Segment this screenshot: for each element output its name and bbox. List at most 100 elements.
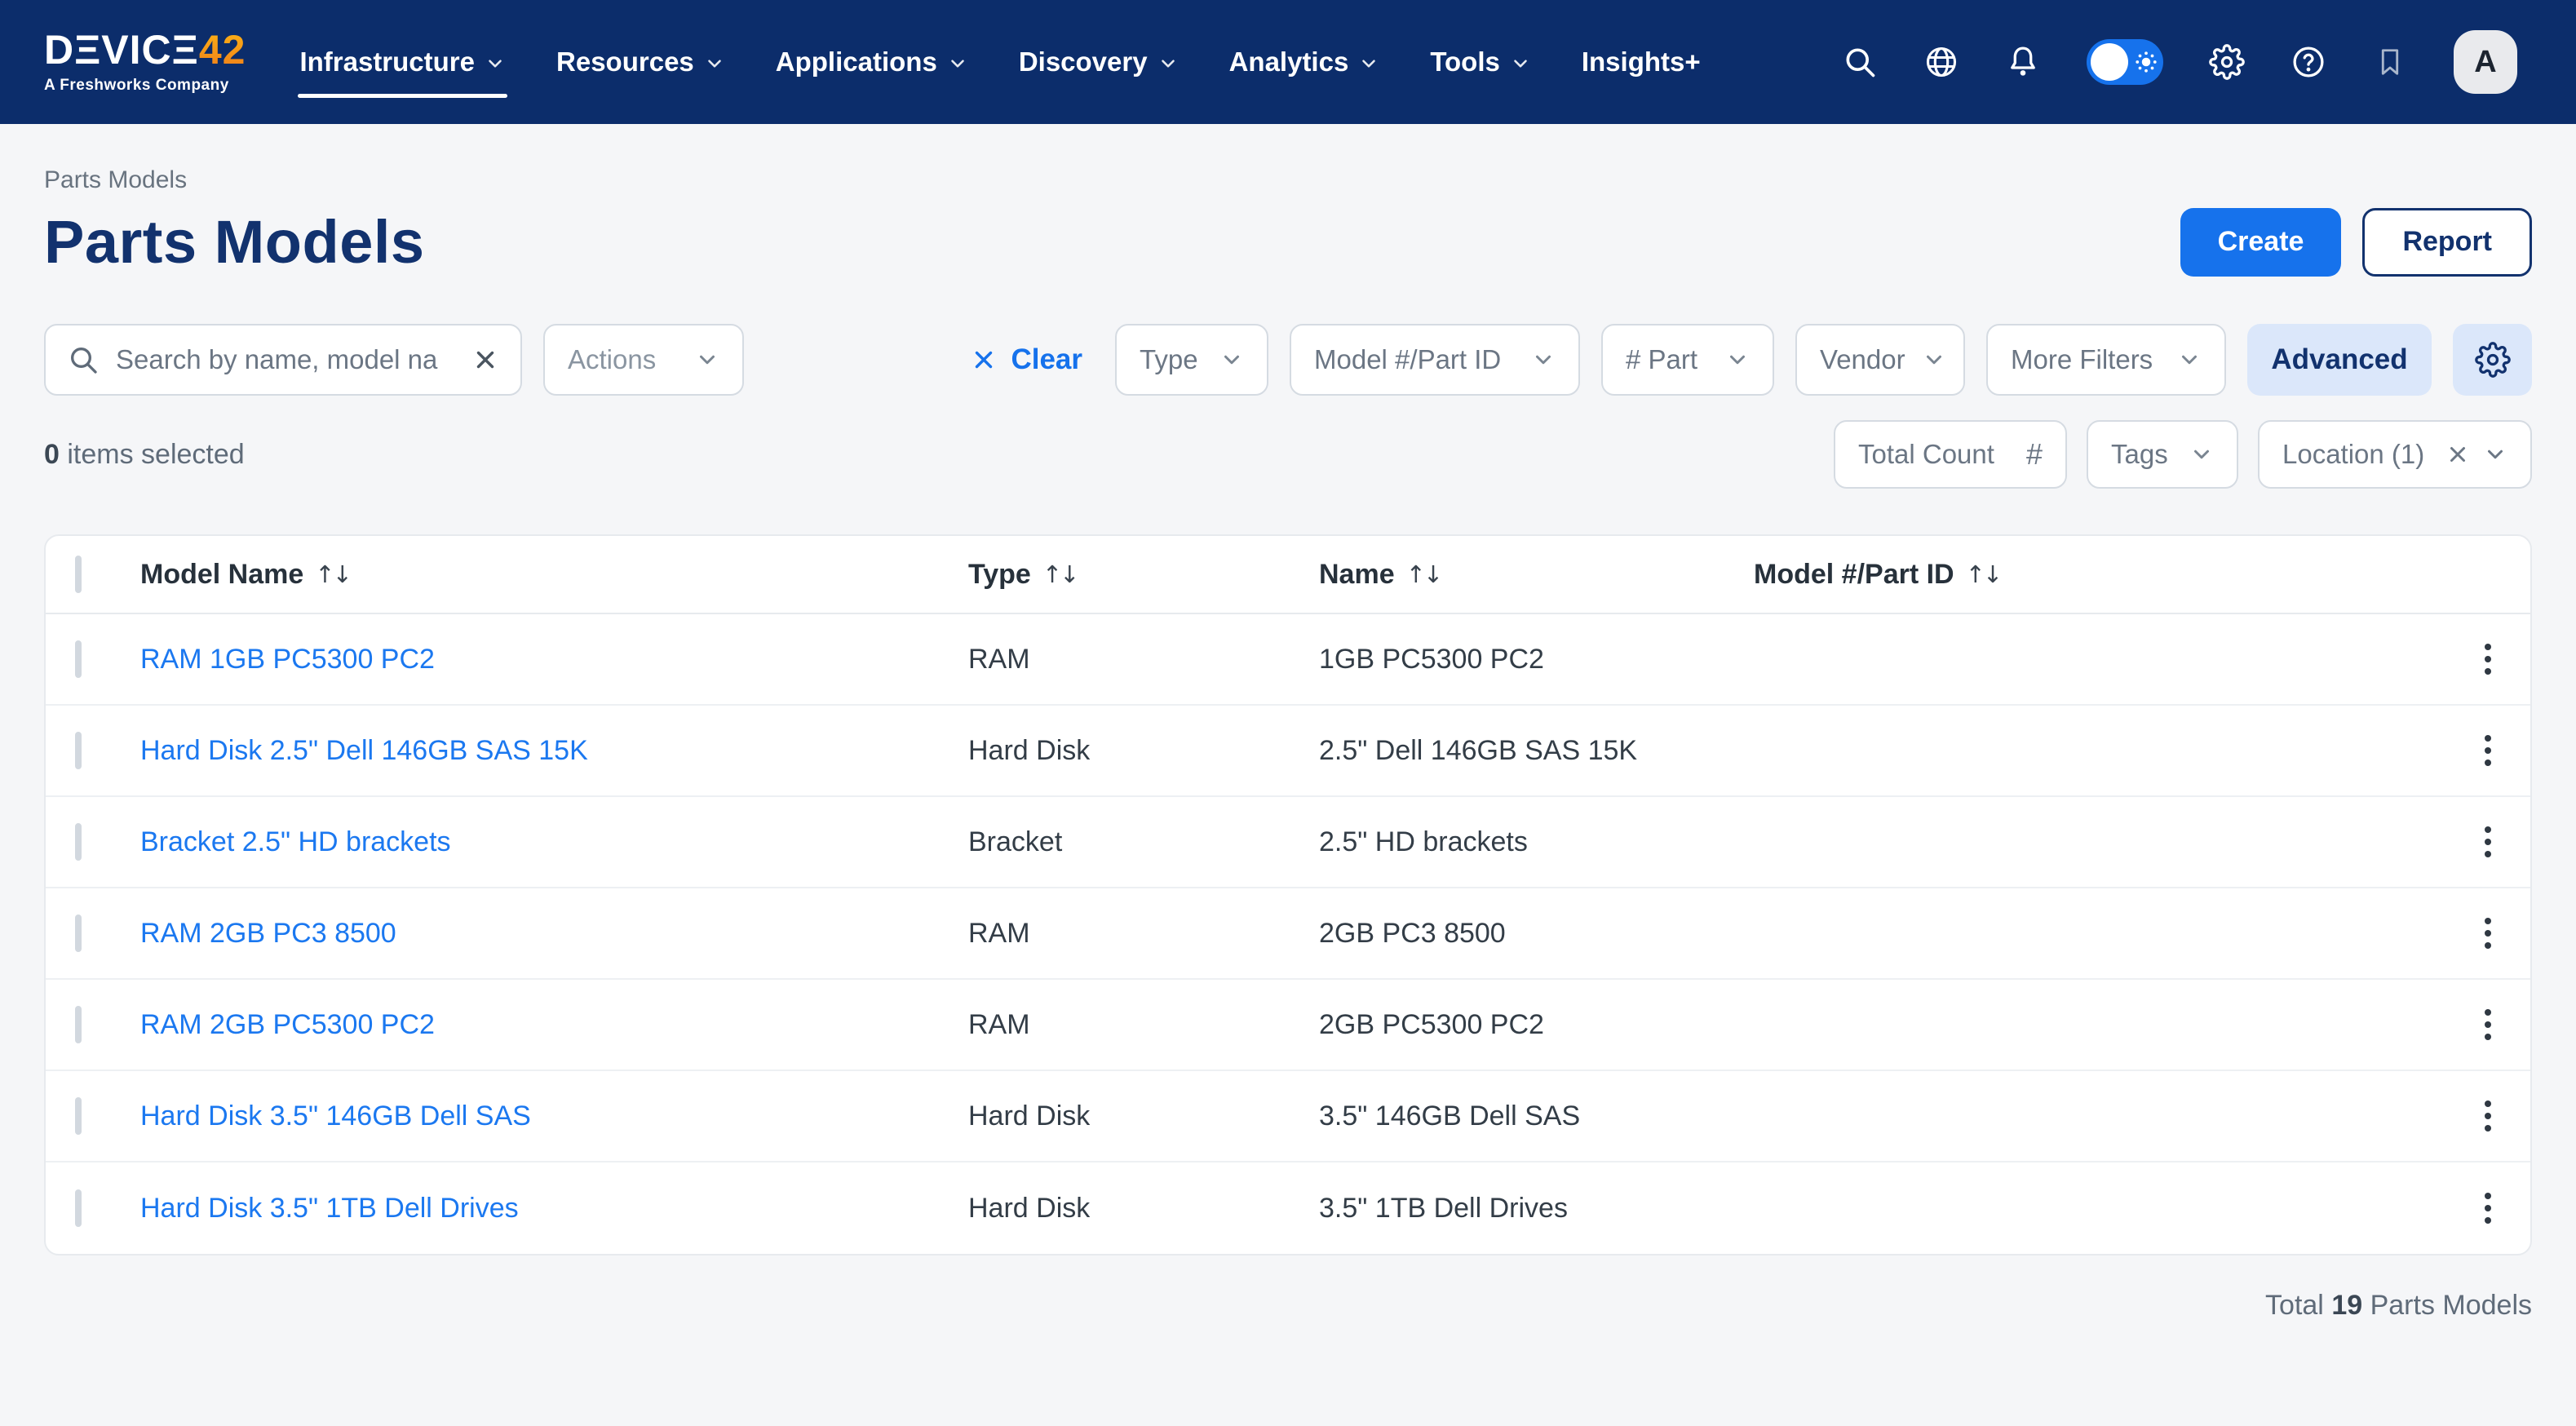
row-checkbox[interactable] (75, 823, 82, 861)
type-cell: Bracket (968, 826, 1319, 858)
name-cell: 2.5" HD brackets (1319, 826, 1754, 858)
type-cell: Hard Disk (968, 735, 1319, 767)
nav-item-label: Resources (556, 46, 694, 78)
actions-label: Actions (568, 344, 656, 375)
type-cell: RAM (968, 644, 1319, 675)
row-actions-kebab-icon[interactable] (2475, 1183, 2501, 1233)
type-cell: Hard Disk (968, 1193, 1319, 1224)
sort-icon[interactable]: ↑↓ (1042, 560, 1078, 588)
name-cell: 3.5" 146GB Dell SAS (1319, 1100, 1754, 1132)
nav-item-infrastructure[interactable]: Infrastructure (299, 0, 506, 124)
create-button[interactable]: Create (2180, 208, 2342, 277)
nav-actions: A (1842, 30, 2517, 94)
help-icon[interactable] (2291, 44, 2326, 80)
model-name-link[interactable]: Hard Disk 2.5" Dell 146GB SAS 15K (140, 735, 588, 767)
bookmark-icon[interactable] (2372, 44, 2408, 80)
selection-count-number: 0 (44, 439, 60, 470)
filter-label: More Filters (2011, 344, 2153, 375)
row-actions-kebab-icon[interactable] (2475, 634, 2501, 684)
advanced-button[interactable]: Advanced (2247, 324, 2432, 396)
model-part-id-filter-dropdown[interactable]: Model #/Part ID (1290, 324, 1580, 396)
chevron-down-icon (485, 53, 506, 74)
name-cell: 2.5" Dell 146GB SAS 15K (1319, 735, 1754, 767)
theme-toggle[interactable] (2087, 39, 2163, 85)
chevron-down-icon (695, 348, 719, 372)
row-actions-kebab-icon[interactable] (2475, 999, 2501, 1050)
nav-item-label: Discovery (1019, 46, 1148, 78)
table-settings-button[interactable] (2453, 324, 2532, 396)
search-icon[interactable] (1842, 44, 1878, 80)
nav-item-label: Tools (1430, 46, 1500, 78)
filter-toolbar: Actions Clear Type Model #/Part ID # Par… (44, 324, 2532, 396)
row-checkbox[interactable] (75, 1006, 82, 1043)
type-cell: Hard Disk (968, 1100, 1319, 1132)
name-cell: 3.5" 1TB Dell Drives (1319, 1193, 1754, 1224)
name-cell: 2GB PC3 8500 (1319, 918, 1754, 950)
search-icon (67, 343, 100, 376)
vendor-filter-dropdown[interactable]: Vendor (1795, 324, 1965, 396)
model-name-link[interactable]: Bracket 2.5" HD brackets (140, 826, 451, 858)
report-button[interactable]: Report (2362, 208, 2532, 277)
total-count-filter[interactable]: Total Count# (1834, 420, 2067, 489)
nav-item-label: Analytics (1229, 46, 1349, 78)
total-count: 19 (2331, 1290, 2362, 1321)
user-avatar[interactable]: A (2454, 30, 2517, 94)
row-actions-kebab-icon[interactable] (2475, 817, 2501, 867)
device42-app: DΞVICΞ42 A Freshworks Company Infrastruc… (0, 0, 2576, 1426)
type-cell: RAM (968, 918, 1319, 950)
row-actions-kebab-icon[interactable] (2475, 908, 2501, 959)
nav-item-resources[interactable]: Resources (556, 0, 725, 124)
sort-icon[interactable]: ↑↓ (1406, 560, 1441, 588)
clear-search-icon[interactable] (471, 346, 499, 374)
search-input[interactable] (114, 343, 457, 376)
remove-location-filter-icon[interactable] (2445, 442, 2470, 467)
hash-icon: # (2026, 437, 2043, 472)
clear-filters-button[interactable]: Clear (970, 343, 1082, 376)
row-checkbox[interactable] (75, 1189, 82, 1227)
model-name-link[interactable]: RAM 2GB PC5300 PC2 (140, 1009, 435, 1041)
device42-logo[interactable]: DΞVICΞ42 A Freshworks Company (44, 29, 246, 95)
globe-icon[interactable] (1923, 44, 1959, 80)
row-checkbox[interactable] (75, 732, 82, 769)
nav-item-discovery[interactable]: Discovery (1019, 0, 1179, 124)
row-actions-kebab-icon[interactable] (2475, 1091, 2501, 1141)
sort-icon[interactable]: ↑↓ (315, 560, 350, 588)
sort-icon[interactable]: ↑↓ (1966, 560, 2001, 588)
table-row: Hard Disk 3.5" 1TB Dell Drives Hard Disk… (46, 1162, 2530, 1254)
model-name-link[interactable]: RAM 2GB PC3 8500 (140, 918, 396, 950)
type-filter-dropdown[interactable]: Type (1115, 324, 1268, 396)
row-checkbox[interactable] (75, 640, 82, 678)
column-header-model-part-id: Model #/Part ID (1754, 559, 1954, 591)
filter-label: # Part (1626, 344, 1697, 375)
location-filter-dropdown[interactable]: Location (1) (2258, 420, 2532, 489)
nav-item-analytics[interactable]: Analytics (1229, 0, 1380, 124)
bell-icon[interactable] (2005, 44, 2041, 80)
x-icon (970, 346, 998, 374)
gear-icon[interactable] (2209, 44, 2245, 80)
model-name-link[interactable]: RAM 1GB PC5300 PC2 (140, 644, 435, 675)
gear-icon (2475, 342, 2511, 378)
table-row: Hard Disk 3.5" 146GB Dell SAS Hard Disk … (46, 1071, 2530, 1162)
nav-item-tools[interactable]: Tools (1430, 0, 1531, 124)
part-count-filter-dropdown[interactable]: # Part (1601, 324, 1774, 396)
title-actions: Create Report (2180, 208, 2532, 277)
chevron-down-icon (2189, 442, 2214, 467)
row-actions-kebab-icon[interactable] (2475, 725, 2501, 776)
model-name-link[interactable]: Hard Disk 3.5" 146GB Dell SAS (140, 1100, 531, 1132)
nav-item-applications[interactable]: Applications (776, 0, 968, 124)
filter-label: Tags (2111, 439, 2168, 470)
row-checkbox[interactable] (75, 1097, 82, 1135)
select-all-checkbox[interactable] (75, 556, 82, 593)
table-header-row: Model Name↑↓ Type↑↓ Name↑↓ Model #/Part … (46, 536, 2530, 614)
tags-filter-dropdown[interactable]: Tags (2087, 420, 2238, 489)
breadcrumb[interactable]: Parts Models (44, 166, 187, 194)
page-content: Parts Models Parts Models Create Report … (0, 166, 2576, 1354)
filter-label: Vendor (1820, 344, 1905, 375)
row-checkbox[interactable] (75, 914, 82, 952)
nav-item-insights-plus[interactable]: Insights+ (1582, 0, 1701, 124)
more-filters-dropdown[interactable]: More Filters (1986, 324, 2226, 396)
chevron-down-icon (1510, 53, 1531, 74)
chevron-down-icon (1531, 348, 1556, 372)
actions-dropdown[interactable]: Actions (543, 324, 744, 396)
model-name-link[interactable]: Hard Disk 3.5" 1TB Dell Drives (140, 1193, 519, 1224)
